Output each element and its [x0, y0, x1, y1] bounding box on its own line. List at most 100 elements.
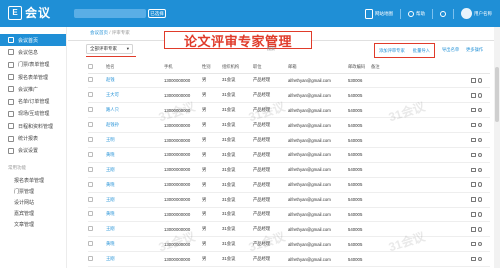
- edit-icon[interactable]: [471, 137, 476, 143]
- delete-icon[interactable]: [477, 167, 482, 173]
- shortcut-forms[interactable]: 报名表单管理: [0, 175, 66, 186]
- more-actions-button[interactable]: 更多操作: [466, 47, 483, 53]
- app-logo[interactable]: E 会议: [8, 4, 51, 21]
- table-row[interactable]: 黄晓 13000000000 男 31会议 产品经理 alfrethyan@gmail.c…: [88, 147, 490, 163]
- expert-name-link[interactable]: 王明: [106, 137, 115, 142]
- delete-icon[interactable]: [477, 227, 482, 232]
- edit-icon[interactable]: [471, 93, 476, 98]
- edit-icon[interactable]: [471, 78, 476, 83]
- row-checkbox[interactable]: [88, 226, 93, 232]
- edit-icon[interactable]: [471, 256, 476, 262]
- site-map-link[interactable]: 网站地图: [365, 8, 393, 19]
- select-all-checkbox[interactable]: [88, 63, 93, 69]
- delete-icon[interactable]: [477, 107, 482, 113]
- user-menu[interactable]: 用户名称: [461, 8, 492, 19]
- phone-cell: 13000000000: [164, 192, 202, 208]
- edit-icon[interactable]: [471, 182, 476, 187]
- expert-filter-select[interactable]: 全部评审专家 ▾: [86, 44, 133, 54]
- row-checkbox[interactable]: [88, 107, 93, 113]
- expert-name-link[interactable]: 黄晓: [106, 211, 115, 216]
- row-checkbox[interactable]: [88, 122, 93, 128]
- delete-icon[interactable]: [477, 122, 482, 128]
- delete-icon[interactable]: [477, 256, 482, 262]
- expert-name-link[interactable]: 黄晓: [106, 182, 115, 187]
- table-row[interactable]: 王刚 13000000000 男 31会议 产品经理 alfrethyan@gmail.c…: [88, 251, 490, 268]
- delete-icon[interactable]: [477, 197, 482, 202]
- org-search-field[interactable]: [74, 9, 146, 18]
- delete-icon[interactable]: [477, 78, 482, 83]
- table-row[interactable]: 王刚 13000000000 男 31会议 产品经理 alfrethyan@gmail.c…: [88, 221, 490, 238]
- scrollbar[interactable]: [494, 27, 500, 268]
- breadcrumb-home[interactable]: 会议首页: [90, 30, 108, 35]
- sidebar-item-stats[interactable]: 统计报表: [0, 132, 66, 144]
- expert-name-link[interactable]: 赵钱孙: [106, 122, 119, 127]
- row-checkbox[interactable]: [88, 77, 93, 83]
- sidebar-item-settings[interactable]: 会议设置: [0, 145, 66, 157]
- table-row[interactable]: 黄晓 13000000000 男 31会议 产品经理 alfrethyan@gmail.c…: [88, 207, 490, 223]
- row-checkbox[interactable]: [88, 151, 93, 157]
- table-row[interactable]: 路人只 13000000000 男 31会议 产品经理 alfrethyan@gmail.…: [88, 102, 490, 119]
- scroll-thumb[interactable]: [495, 67, 499, 122]
- delete-icon[interactable]: [477, 241, 482, 247]
- row-checkbox[interactable]: [88, 166, 93, 172]
- email-cell: alfrethyan@gmail.com: [288, 102, 348, 119]
- delete-icon[interactable]: [477, 152, 482, 158]
- table-row[interactable]: 赵钱 13000000000 男 31会议 产品经理 alfrethyan@gmail.c…: [88, 73, 490, 89]
- edit-icon[interactable]: [471, 122, 476, 128]
- export-list-button[interactable]: 导出名单: [442, 47, 459, 53]
- delete-icon[interactable]: [477, 212, 482, 217]
- row-checkbox[interactable]: [88, 241, 93, 247]
- row-checkbox[interactable]: [88, 92, 93, 98]
- table-row[interactable]: 黄晓 13000000000 男 31会议 产品经理 alfrethyan@gmail.c…: [88, 177, 490, 193]
- sidebar-item-promotion[interactable]: 会议推广: [0, 83, 66, 95]
- expert-name-link[interactable]: 路人只: [106, 107, 119, 112]
- table-row[interactable]: 赵钱孙 13000000000 男 31会议 产品经理 alfrethyan@gmail.…: [88, 117, 490, 134]
- message-button[interactable]: [440, 10, 446, 17]
- shortcut-guests[interactable]: 嘉宾管理: [0, 208, 66, 219]
- edit-icon[interactable]: [471, 152, 476, 158]
- table-row[interactable]: 王大可 13000000000 男 31会议 产品经理 alfrethyan@gmail.…: [88, 87, 490, 104]
- expert-name-link[interactable]: 王刚: [106, 226, 115, 231]
- edit-icon[interactable]: [471, 212, 476, 217]
- sidebar-item-orders[interactable]: 名单/订单管理: [0, 95, 66, 107]
- expert-name-link[interactable]: 黄晓: [106, 241, 115, 246]
- sidebar-item-schedule[interactable]: 日程和资料管理: [0, 120, 66, 132]
- delete-icon[interactable]: [477, 137, 482, 143]
- row-checkbox[interactable]: [88, 181, 93, 187]
- row-checkbox[interactable]: [88, 256, 93, 262]
- row-checkbox[interactable]: [88, 137, 93, 142]
- batch-import-button[interactable]: 批量导入: [413, 48, 430, 54]
- shortcut-tickets[interactable]: 门票管理: [0, 186, 66, 197]
- table-row[interactable]: 王刚 13000000000 男 31会议 产品经理 alfrethyan@gmail.c…: [88, 162, 490, 178]
- expert-name-link[interactable]: 王刚: [106, 256, 115, 261]
- column-header: 性别: [202, 61, 222, 74]
- org-select-button[interactable]: 已选择: [148, 9, 166, 18]
- expert-name-link[interactable]: 黄晓: [106, 152, 115, 157]
- expert-name-link[interactable]: 王刚: [106, 167, 115, 172]
- expert-name-link[interactable]: 王刚: [106, 197, 115, 202]
- expert-name-link[interactable]: 赵钱: [106, 77, 115, 82]
- edit-icon[interactable]: [471, 197, 476, 202]
- shortcut-articles[interactable]: 文章管理: [0, 219, 66, 230]
- sidebar-item-label: 报名表单管理: [18, 74, 49, 81]
- edit-icon[interactable]: [471, 241, 476, 247]
- sidebar-item-info[interactable]: 会议信息: [0, 46, 66, 58]
- edit-icon[interactable]: [471, 227, 476, 232]
- table-row[interactable]: 王明 13000000000 男 31会议 产品经理 alfrethyan@gmail.c…: [88, 132, 490, 148]
- sidebar-item-home[interactable]: 会议首页: [0, 34, 66, 47]
- shortcut-website[interactable]: 设计网站: [0, 197, 66, 208]
- row-checkbox[interactable]: [88, 211, 93, 217]
- help-link[interactable]: 帮助: [408, 10, 425, 17]
- edit-icon[interactable]: [471, 167, 476, 173]
- table-row[interactable]: 王刚 13000000000 男 31会议 产品经理 alfrethyan@gmail.c…: [88, 192, 490, 208]
- delete-icon[interactable]: [477, 93, 482, 98]
- sidebar-item-forms[interactable]: 报名表单管理: [0, 71, 66, 83]
- delete-icon[interactable]: [477, 182, 482, 187]
- table-row[interactable]: 黄晓 13000000000 男 31会议 产品经理 alfrethyan@gmail.c…: [88, 236, 490, 253]
- add-expert-button[interactable]: 添加评审专家: [379, 48, 405, 54]
- sidebar-item-onsite[interactable]: 现场/互动管理: [0, 108, 66, 120]
- row-checkbox[interactable]: [88, 196, 93, 202]
- sidebar-item-tickets[interactable]: 门票/表单管理: [0, 59, 66, 71]
- expert-name-link[interactable]: 王大可: [106, 92, 119, 97]
- edit-icon[interactable]: [471, 107, 476, 113]
